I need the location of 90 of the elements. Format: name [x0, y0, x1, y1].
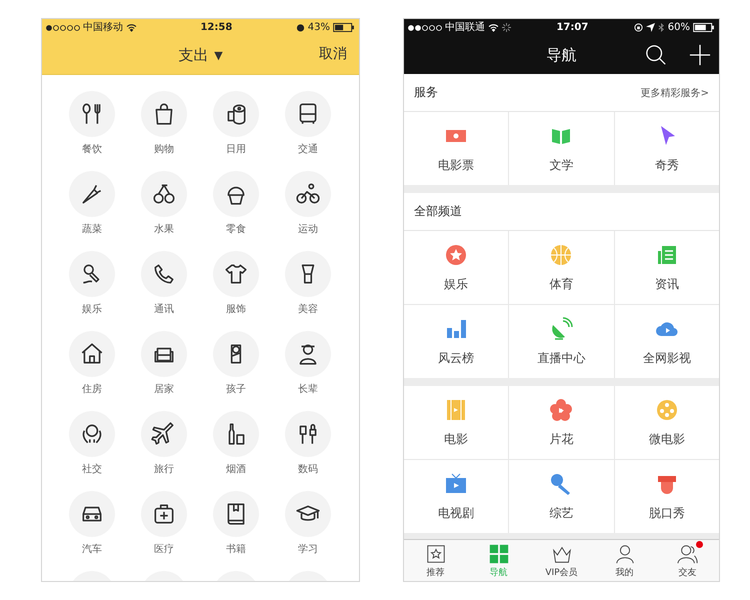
- channel-tile[interactable]: 微电影: [614, 386, 719, 459]
- category-label[interactable]: 旅行: [154, 463, 174, 476]
- add-icon[interactable]: [689, 44, 711, 66]
- category-label[interactable]: 水果: [154, 223, 174, 236]
- category-label[interactable]: 餐饮: [82, 143, 102, 156]
- section-title: 全部频道: [414, 203, 462, 220]
- tab[interactable]: 交友: [660, 542, 716, 578]
- category-label[interactable]: 交通: [298, 143, 318, 156]
- category-label[interactable]: 住房: [82, 383, 102, 396]
- channel-tile[interactable]: 电影票: [404, 112, 508, 185]
- grid-icon: [488, 542, 510, 564]
- film-reel-icon: [654, 398, 679, 422]
- channel-tile[interactable]: 奇秀: [614, 112, 719, 185]
- graduation-cap-icon[interactable]: [285, 491, 331, 537]
- section-title: 服务: [414, 84, 438, 101]
- channel-tile[interactable]: 脱口秀: [614, 460, 719, 533]
- battery-icon: [692, 23, 715, 32]
- type-dropdown[interactable]: 支出 ▼: [178, 46, 223, 64]
- category-label[interactable]: 运动: [298, 223, 318, 236]
- shopping-bag-icon[interactable]: [141, 91, 187, 137]
- status-time: 17:07: [556, 22, 588, 34]
- channel-tile[interactable]: 体育: [509, 231, 614, 304]
- category-label[interactable]: 服饰: [226, 303, 246, 316]
- phone-icon[interactable]: [141, 251, 187, 297]
- category-label[interactable]: 孩子: [226, 383, 246, 396]
- book-icon[interactable]: [213, 491, 259, 537]
- channel-tile[interactable]: 文学: [509, 112, 614, 185]
- battery-icon: [332, 23, 355, 32]
- channel-tile[interactable]: 直播中心: [509, 305, 614, 378]
- satellite-dish-icon: [549, 316, 574, 340]
- tv-icon: [444, 472, 468, 496]
- channel-tile[interactable]: 片花: [509, 386, 614, 459]
- airplane-icon[interactable]: [141, 411, 187, 457]
- wifi-icon: [126, 24, 137, 32]
- bluetooth-icon: [658, 23, 665, 32]
- status-time: 12:58: [200, 22, 232, 34]
- category-label[interactable]: 购物: [154, 143, 174, 156]
- category-label[interactable]: 烟酒: [226, 463, 246, 476]
- channel-tile[interactable]: 娱乐: [404, 231, 508, 304]
- channel-tile[interactable]: 电影: [404, 386, 508, 459]
- category-label[interactable]: 零食: [226, 223, 246, 236]
- channel-tile[interactable]: 资讯: [614, 231, 719, 304]
- category-label[interactable]: 医疗: [154, 543, 174, 556]
- armchair-icon[interactable]: [141, 331, 187, 377]
- t-shirt-icon[interactable]: [213, 251, 259, 297]
- category-label[interactable]: 娱乐: [82, 303, 102, 316]
- wifi-icon: [488, 24, 499, 32]
- spoon-fork-icon[interactable]: [69, 91, 115, 137]
- bottle-icon[interactable]: [213, 411, 259, 457]
- tab[interactable]: 我的: [596, 542, 652, 578]
- house-icon[interactable]: [69, 331, 115, 377]
- people-icon: [676, 542, 698, 564]
- more-services-link[interactable]: 更多精彩服务>: [640, 86, 709, 100]
- category-label[interactable]: 学习: [298, 543, 318, 556]
- flower-play-icon: [549, 398, 574, 422]
- bus-icon[interactable]: [285, 91, 331, 137]
- cyclist-icon[interactable]: [285, 171, 331, 217]
- category-label[interactable]: 居家: [154, 383, 174, 396]
- channel-tile[interactable]: 电视剧: [404, 460, 508, 533]
- category-label[interactable]: 社交: [82, 463, 102, 476]
- category-label[interactable]: 长辈: [298, 383, 318, 396]
- category-label[interactable]: 通讯: [154, 303, 174, 316]
- carrier-name: 中国移动: [83, 22, 123, 34]
- battery-percent: 60%: [668, 22, 690, 34]
- tab[interactable]: VIP会员: [534, 542, 590, 578]
- category-label[interactable]: 蔬菜: [82, 223, 102, 236]
- tab[interactable]: 推荐: [408, 542, 464, 578]
- microphone-icon[interactable]: [69, 251, 115, 297]
- category-label[interactable]: 数码: [298, 463, 318, 476]
- lock-rotation-icon: [634, 23, 643, 32]
- basketball-icon: [549, 242, 574, 266]
- category-label[interactable]: 汽车: [82, 543, 102, 556]
- medical-kit-icon[interactable]: [141, 491, 187, 537]
- plug-icon[interactable]: [285, 411, 331, 457]
- cherry-icon[interactable]: [141, 171, 187, 217]
- page-title: 导航: [546, 46, 576, 64]
- carrier-name: 中国联通: [445, 22, 485, 34]
- toilet-roll-icon[interactable]: [213, 91, 259, 137]
- channel-tile[interactable]: 风云榜: [404, 305, 508, 378]
- category-label[interactable]: 日用: [226, 143, 246, 156]
- channel-tile[interactable]: 综艺: [509, 460, 614, 533]
- alarm-icon: [296, 23, 305, 32]
- search-icon[interactable]: [645, 44, 667, 66]
- cancel-button[interactable]: 取消: [319, 45, 347, 63]
- battery-percent: 43%: [308, 22, 330, 34]
- category-label[interactable]: 书籍: [226, 543, 246, 556]
- category-label[interactable]: 美容: [298, 303, 318, 316]
- channel-tile[interactable]: 全网影视: [614, 305, 719, 378]
- person-icon: [614, 542, 636, 564]
- location-icon: [646, 23, 655, 32]
